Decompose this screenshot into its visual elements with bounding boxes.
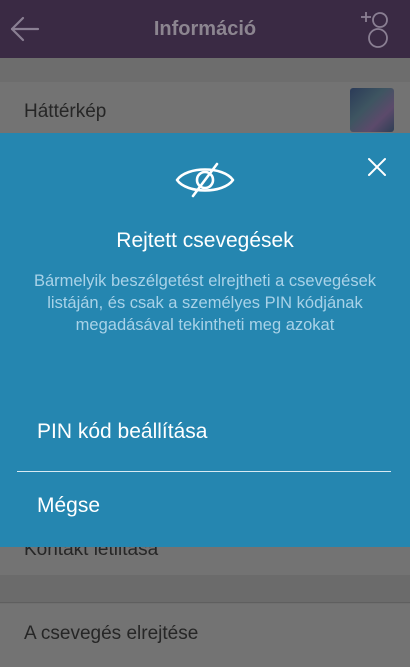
- navbar: Információ: [0, 0, 410, 58]
- add-contact-icon[interactable]: [358, 8, 392, 48]
- cancel-button[interactable]: Mégse: [37, 494, 100, 518]
- section-spacer-2: [0, 575, 410, 603]
- set-pin-button[interactable]: PIN kód beállítása: [37, 420, 207, 444]
- modal-description: Bármelyik beszélgetést elrejtheti a csev…: [33, 272, 377, 334]
- wallpaper-row[interactable]: Háttérkép: [0, 82, 410, 133]
- section-spacer: [0, 58, 410, 83]
- block-contact-row[interactable]: Kontakt letiltása: [0, 547, 410, 575]
- eye-slash-icon: [175, 162, 235, 198]
- hide-chat-label: A csevegés elrejtése: [24, 623, 199, 644]
- hide-chat-row[interactable]: A csevegés elrejtése: [0, 604, 410, 667]
- wallpaper-label: Háttérkép: [24, 101, 107, 122]
- page-title: Információ: [153, 17, 257, 40]
- back-arrow-icon[interactable]: [8, 12, 42, 46]
- modal-title: Rejtett csevegések: [116, 229, 294, 252]
- block-contact-label: Kontakt letiltása: [24, 547, 159, 560]
- divider: [17, 471, 391, 472]
- wallpaper-thumbnail: [350, 88, 394, 132]
- hidden-chats-modal: Rejtett csevegések Bármelyik beszélgetés…: [0, 133, 410, 547]
- close-icon[interactable]: [366, 156, 388, 178]
- screen: Információ Háttérkép Kontakt letiltása A…: [0, 0, 410, 667]
